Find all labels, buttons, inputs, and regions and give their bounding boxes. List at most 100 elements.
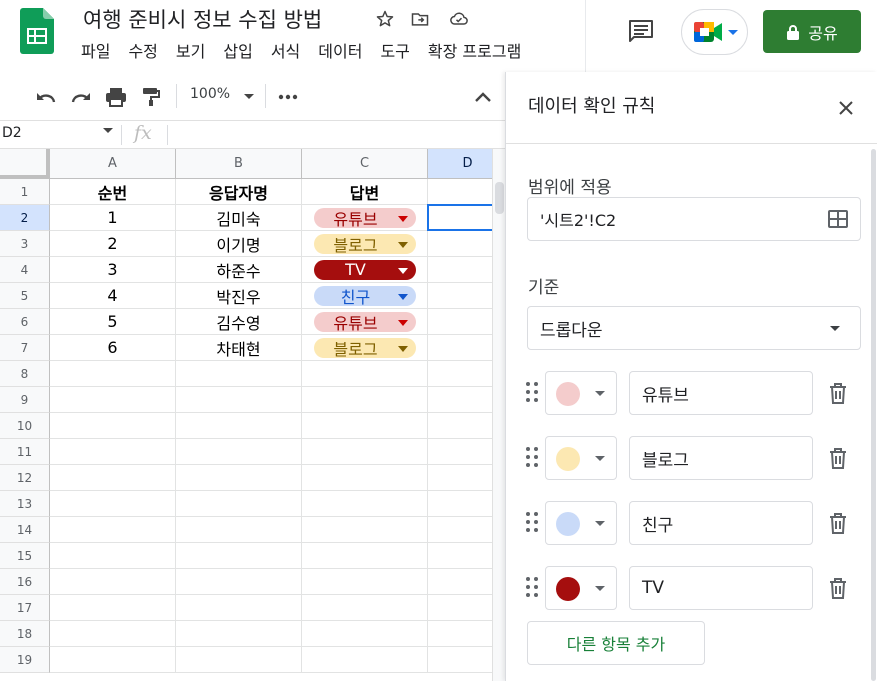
cell-a19[interactable]: [50, 647, 176, 673]
row-header-19[interactable]: 19: [0, 647, 50, 673]
cell-c10[interactable]: [302, 413, 428, 439]
cell-c3[interactable]: 블로그: [302, 231, 428, 257]
vertical-scrollbar[interactable]: [492, 149, 505, 681]
row-header-11[interactable]: 11: [0, 439, 50, 465]
cell-b12[interactable]: [176, 465, 302, 491]
row-header-4[interactable]: 4: [0, 257, 50, 283]
zoom-select[interactable]: 100%: [190, 86, 230, 102]
cell-b10[interactable]: [176, 413, 302, 439]
row-header-5[interactable]: 5: [0, 283, 50, 309]
cell-c11[interactable]: [302, 439, 428, 465]
select-all-corner[interactable]: [0, 149, 50, 179]
item-color-button[interactable]: [545, 371, 617, 415]
drag-handle-icon[interactable]: [525, 381, 539, 403]
item-value-input[interactable]: 유튜브: [629, 371, 813, 415]
dropdown-chip[interactable]: 친구: [313, 285, 416, 307]
paint-format-button[interactable]: [137, 83, 165, 111]
item-color-button[interactable]: [545, 436, 617, 480]
cell-a8[interactable]: [50, 361, 176, 387]
row-header-9[interactable]: 9: [0, 387, 50, 413]
cell-c18[interactable]: [302, 621, 428, 647]
menu-insert[interactable]: 삽입: [223, 40, 261, 64]
name-box[interactable]: D2: [2, 125, 22, 141]
cell-a1[interactable]: 순번: [50, 179, 176, 205]
cell-b3[interactable]: 이기명: [176, 231, 302, 257]
cell-a14[interactable]: [50, 517, 176, 543]
cell-d1[interactable]: [428, 179, 492, 205]
cell-c16[interactable]: [302, 569, 428, 595]
meet-button[interactable]: [681, 9, 748, 55]
cell-a13[interactable]: [50, 491, 176, 517]
dropdown-chip[interactable]: TV: [313, 259, 416, 280]
row-header-10[interactable]: 10: [0, 413, 50, 439]
cell-d14[interactable]: [428, 517, 492, 543]
column-header-b[interactable]: B: [176, 149, 302, 179]
cell-d9[interactable]: [428, 387, 492, 413]
undo-button[interactable]: [32, 83, 60, 111]
cell-a11[interactable]: [50, 439, 176, 465]
cell-a2[interactable]: 1: [50, 205, 176, 231]
cell-a15[interactable]: [50, 543, 176, 569]
panel-scrollbar[interactable]: [868, 145, 877, 681]
sheets-logo-icon[interactable]: [20, 8, 54, 54]
cell-a17[interactable]: [50, 595, 176, 621]
row-header-3[interactable]: 3: [0, 231, 50, 257]
select-range-icon[interactable]: [828, 210, 848, 228]
name-box-chevron-icon[interactable]: [103, 128, 113, 133]
item-value-input[interactable]: 친구: [629, 501, 813, 545]
cell-b6[interactable]: 김수영: [176, 309, 302, 335]
cell-a9[interactable]: [50, 387, 176, 413]
row-header-8[interactable]: 8: [0, 361, 50, 387]
dropdown-chip[interactable]: 블로그: [313, 233, 416, 255]
menu-format[interactable]: 서식: [271, 40, 309, 64]
cell-b17[interactable]: [176, 595, 302, 621]
cell-a6[interactable]: 5: [50, 309, 176, 335]
close-panel-button[interactable]: [832, 94, 860, 122]
move-to-folder-icon[interactable]: [407, 6, 433, 32]
cell-b16[interactable]: [176, 569, 302, 595]
drag-handle-icon[interactable]: [525, 446, 539, 468]
item-value-input[interactable]: TV: [629, 566, 813, 610]
item-color-button[interactable]: [545, 501, 617, 545]
cell-c8[interactable]: [302, 361, 428, 387]
cell-b1[interactable]: 응답자명: [176, 179, 302, 205]
cell-b11[interactable]: [176, 439, 302, 465]
cell-a18[interactable]: [50, 621, 176, 647]
delete-item-icon[interactable]: [826, 576, 850, 600]
menu-extensions[interactable]: 확장 프로그램: [428, 40, 530, 64]
cell-b7[interactable]: 차태현: [176, 335, 302, 361]
cell-a7[interactable]: 6: [50, 335, 176, 361]
share-button[interactable]: 공유: [763, 10, 861, 53]
dropdown-chip[interactable]: 유튜브: [313, 207, 416, 229]
row-header-2[interactable]: 2: [0, 205, 50, 231]
zoom-chevron-icon[interactable]: [244, 94, 254, 99]
column-header-a[interactable]: A: [50, 149, 176, 179]
cell-a5[interactable]: 4: [50, 283, 176, 309]
menu-data[interactable]: 데이터: [318, 40, 371, 64]
cell-b5[interactable]: 박진우: [176, 283, 302, 309]
cell-d15[interactable]: [428, 543, 492, 569]
drag-handle-icon[interactable]: [525, 576, 539, 598]
cell-d18[interactable]: [428, 621, 492, 647]
dropdown-chip[interactable]: 블로그: [313, 337, 416, 359]
panel-scrollbar-thumb[interactable]: [871, 149, 876, 681]
cell-c19[interactable]: [302, 647, 428, 673]
range-input[interactable]: '시트2'!C2: [527, 197, 861, 241]
cell-a3[interactable]: 2: [50, 231, 176, 257]
cell-d5[interactable]: [428, 283, 492, 309]
delete-item-icon[interactable]: [826, 446, 850, 470]
row-header-15[interactable]: 15: [0, 543, 50, 569]
column-header-d[interactable]: D: [428, 149, 492, 179]
cell-c14[interactable]: [302, 517, 428, 543]
cell-b13[interactable]: [176, 491, 302, 517]
cell-d6[interactable]: [428, 309, 492, 335]
cell-b15[interactable]: [176, 543, 302, 569]
cell-c12[interactable]: [302, 465, 428, 491]
cell-d8[interactable]: [428, 361, 492, 387]
redo-button[interactable]: [67, 83, 95, 111]
cell-c2[interactable]: 유튜브: [302, 205, 428, 231]
row-header-1[interactable]: 1: [0, 179, 50, 205]
cell-c1[interactable]: 답변: [302, 179, 428, 205]
row-header-18[interactable]: 18: [0, 621, 50, 647]
delete-item-icon[interactable]: [826, 511, 850, 535]
